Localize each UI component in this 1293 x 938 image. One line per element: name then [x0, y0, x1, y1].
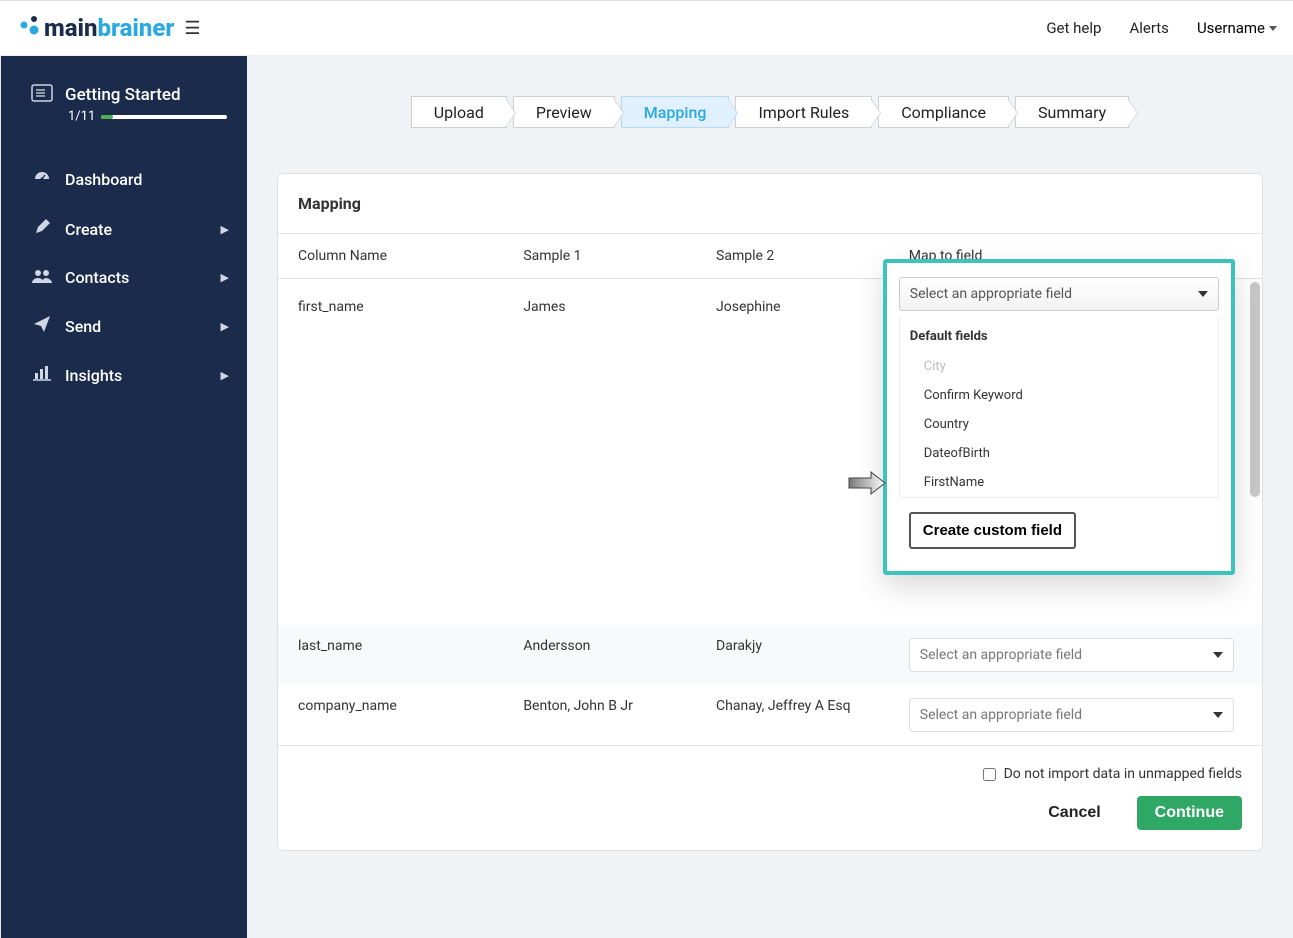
- select-placeholder: Select an appropriate field: [920, 707, 1082, 723]
- step-import-rules[interactable]: Import Rules: [735, 96, 872, 128]
- th-column-name: Column Name: [278, 234, 511, 279]
- sidebar: Getting Started 1/11 Dashboard Create ▶: [0, 56, 247, 938]
- option-dateofbirth[interactable]: DateofBirth: [900, 439, 1218, 468]
- cell-column-name: first_name: [278, 279, 511, 626]
- select-placeholder: Select an appropriate field: [920, 647, 1082, 663]
- dashboard-icon: [31, 168, 53, 190]
- cell-sample1: Benton, John B Jr: [511, 685, 704, 745]
- select-placeholder: Select an appropriate field: [910, 286, 1072, 302]
- cell-column-name: company_name: [278, 685, 511, 745]
- hamburger-icon[interactable]: ☰: [184, 18, 200, 39]
- cell-sample1: Andersson: [511, 625, 704, 685]
- topbar: mainbrainer ☰ Get help Alerts Username: [0, 0, 1293, 56]
- chevron-right-icon: ▶: [221, 369, 229, 382]
- chevron-down-icon: [1198, 291, 1208, 297]
- user-menu[interactable]: Username: [1197, 19, 1277, 37]
- insights-icon: [31, 365, 53, 385]
- option-firstname[interactable]: FirstName: [900, 468, 1218, 497]
- cancel-button[interactable]: Cancel: [1030, 796, 1118, 830]
- getting-started-title: Getting Started: [65, 85, 181, 105]
- sidebar-label: Send: [65, 317, 221, 336]
- scrollbar[interactable]: [1250, 282, 1260, 497]
- cell-sample2: Josephine: [704, 279, 897, 626]
- field-select[interactable]: Select an appropriate field: [909, 698, 1234, 732]
- mapping-card: Mapping Column Name Sample 1 Sample 2 Ma…: [277, 173, 1263, 851]
- logo-text-brainer: brainer: [98, 14, 175, 42]
- th-sample1: Sample 1: [511, 234, 704, 279]
- option-confirm-keyword[interactable]: Confirm Keyword: [900, 381, 1218, 410]
- logo-dots-icon: [16, 13, 40, 43]
- sidebar-item-create[interactable]: Create ▶: [1, 204, 247, 254]
- logo-text-main: main: [44, 14, 98, 42]
- card-footer: Do not import data in unmapped fields Ca…: [278, 745, 1262, 850]
- step-summary[interactable]: Summary: [1015, 96, 1129, 128]
- progress-text: 1/11: [68, 109, 95, 124]
- dropdown-section-label: Default fields: [900, 317, 1218, 352]
- card-title: Mapping: [278, 174, 1262, 234]
- progress-bar: [101, 115, 227, 119]
- arrow-right-icon: [847, 470, 887, 500]
- main-content: Upload Preview Mapping Import Rules Comp…: [247, 56, 1293, 938]
- dropdown-list: Default fields City Confirm Keyword Coun…: [899, 317, 1219, 498]
- sidebar-label: Dashboard: [65, 170, 229, 189]
- get-help-link[interactable]: Get help: [1046, 19, 1101, 37]
- sidebar-item-dashboard[interactable]: Dashboard: [1, 154, 247, 204]
- mapping-table: Column Name Sample 1 Sample 2 Map to fie…: [278, 234, 1262, 745]
- stepper: Upload Preview Mapping Import Rules Comp…: [277, 96, 1263, 128]
- table-row: company_name Benton, John B Jr Chanay, J…: [278, 685, 1262, 745]
- field-select[interactable]: Select an appropriate field: [909, 638, 1234, 672]
- option-country[interactable]: Country: [900, 410, 1218, 439]
- list-icon: [31, 84, 53, 106]
- getting-started[interactable]: Getting Started 1/11: [1, 84, 247, 124]
- table-row: first_name James Josephine Select an app…: [278, 279, 1262, 626]
- cell-sample2: Chanay, Jeffrey A Esq: [704, 685, 897, 745]
- continue-button[interactable]: Continue: [1137, 796, 1242, 830]
- send-icon: [31, 315, 53, 337]
- field-dropdown-open: Select an appropriate field Default fiel…: [883, 259, 1235, 575]
- option-city: City: [900, 352, 1218, 381]
- cell-sample1: James: [511, 279, 704, 626]
- cell-column-name: last_name: [278, 625, 511, 685]
- chevron-down-icon: [1269, 26, 1277, 31]
- chevron-right-icon: ▶: [221, 320, 229, 333]
- field-select[interactable]: Select an appropriate field: [899, 277, 1219, 311]
- step-preview[interactable]: Preview: [513, 96, 615, 128]
- sidebar-label: Contacts: [65, 268, 221, 287]
- create-custom-field-button[interactable]: Create custom field: [909, 512, 1076, 549]
- chevron-right-icon: ▶: [221, 271, 229, 284]
- step-mapping[interactable]: Mapping: [621, 96, 730, 128]
- create-icon: [31, 218, 53, 240]
- sidebar-item-send[interactable]: Send ▶: [1, 301, 247, 351]
- user-label: Username: [1197, 19, 1265, 37]
- table-row: last_name Andersson Darakjy Select an ap…: [278, 625, 1262, 685]
- contacts-icon: [31, 269, 53, 287]
- unmapped-checkbox[interactable]: [983, 768, 996, 781]
- th-sample2: Sample 2: [704, 234, 897, 279]
- chevron-right-icon: ▶: [221, 223, 229, 236]
- chevron-down-icon: [1213, 712, 1223, 718]
- step-upload[interactable]: Upload: [411, 96, 507, 128]
- step-compliance[interactable]: Compliance: [878, 96, 1009, 128]
- sidebar-label: Insights: [65, 366, 221, 385]
- checkbox-label: Do not import data in unmapped fields: [1004, 766, 1242, 782]
- cell-sample2: Darakjy: [704, 625, 897, 685]
- alerts-link[interactable]: Alerts: [1129, 19, 1169, 37]
- sidebar-item-insights[interactable]: Insights ▶: [1, 351, 247, 399]
- logo[interactable]: mainbrainer: [16, 13, 174, 43]
- chevron-down-icon: [1213, 652, 1223, 658]
- sidebar-label: Create: [65, 220, 221, 239]
- sidebar-item-contacts[interactable]: Contacts ▶: [1, 254, 247, 301]
